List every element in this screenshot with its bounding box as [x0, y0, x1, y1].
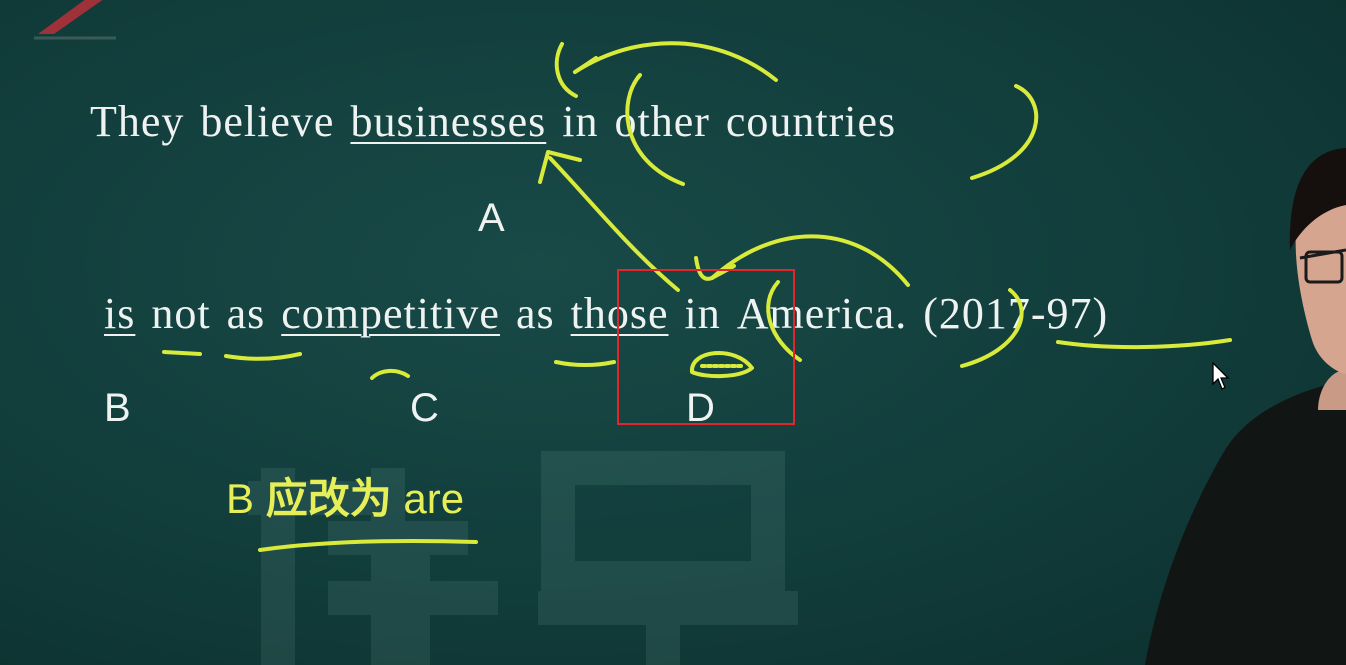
highlight-box [617, 269, 795, 425]
logo-mark-icon [34, 0, 116, 40]
mouse-cursor-icon [1212, 362, 1230, 390]
video-frame: They believe businesses in other countries is… [0, 0, 1346, 665]
